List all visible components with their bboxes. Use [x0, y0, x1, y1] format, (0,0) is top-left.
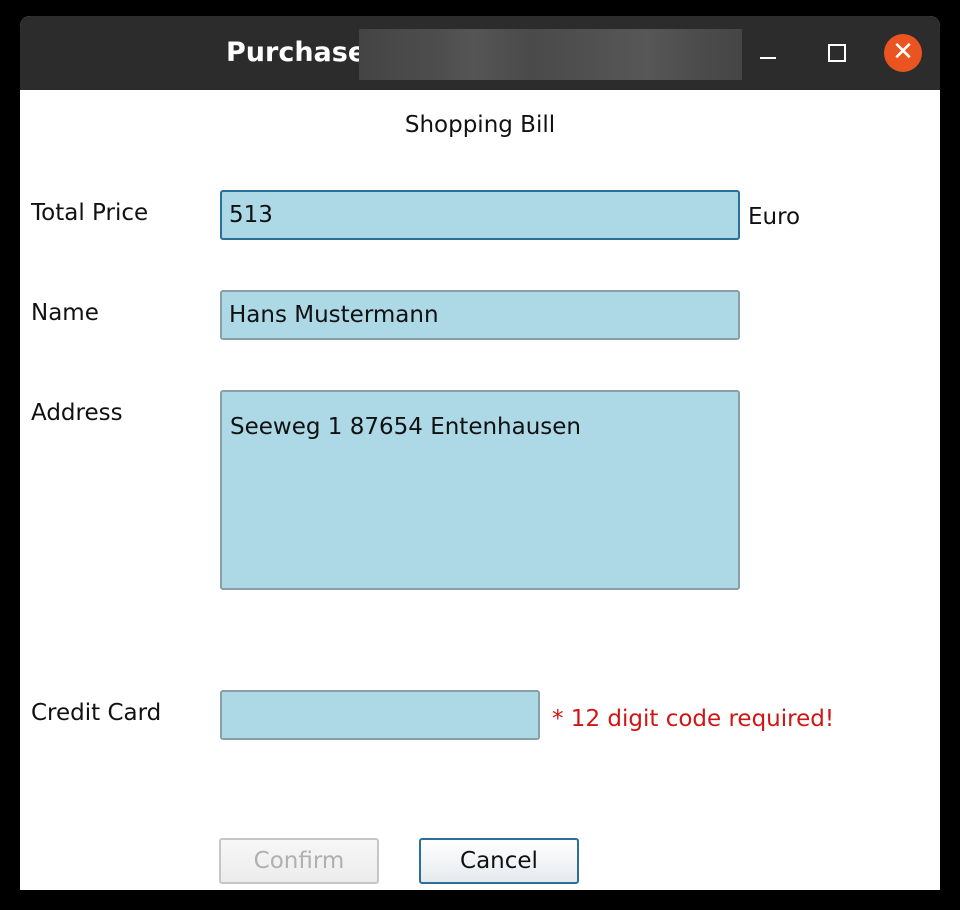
credit-card-input[interactable] — [220, 690, 540, 740]
credit-card-label: Credit Card — [31, 700, 162, 726]
maximize-icon[interactable] — [817, 34, 855, 72]
title-bar: Purchase ✕ — [20, 16, 940, 90]
address-label: Address — [31, 400, 123, 426]
credit-card-error: * 12 digit code required! — [552, 706, 835, 732]
name-input[interactable] — [220, 290, 740, 340]
currency-label: Euro — [748, 204, 801, 230]
dialog-content: Shopping Bill Total Price Euro Name Addr… — [20, 90, 940, 890]
purchase-window: Purchase ✕ Shopping Bill Total Price Eur… — [20, 16, 940, 890]
confirm-button[interactable]: Confirm — [219, 838, 379, 884]
total-price-label: Total Price — [31, 200, 149, 226]
redacted-title-area — [359, 29, 742, 80]
minimize-icon[interactable] — [749, 34, 787, 72]
window-title: Purchase — [226, 37, 367, 68]
address-textarea[interactable]: Seeweg 1 87654 Entenhausen — [220, 390, 740, 590]
name-label: Name — [31, 300, 99, 326]
form-heading: Shopping Bill — [404, 112, 556, 138]
cancel-button[interactable]: Cancel — [419, 838, 579, 884]
close-icon[interactable]: ✕ — [884, 34, 922, 72]
total-price-input[interactable] — [220, 190, 740, 240]
